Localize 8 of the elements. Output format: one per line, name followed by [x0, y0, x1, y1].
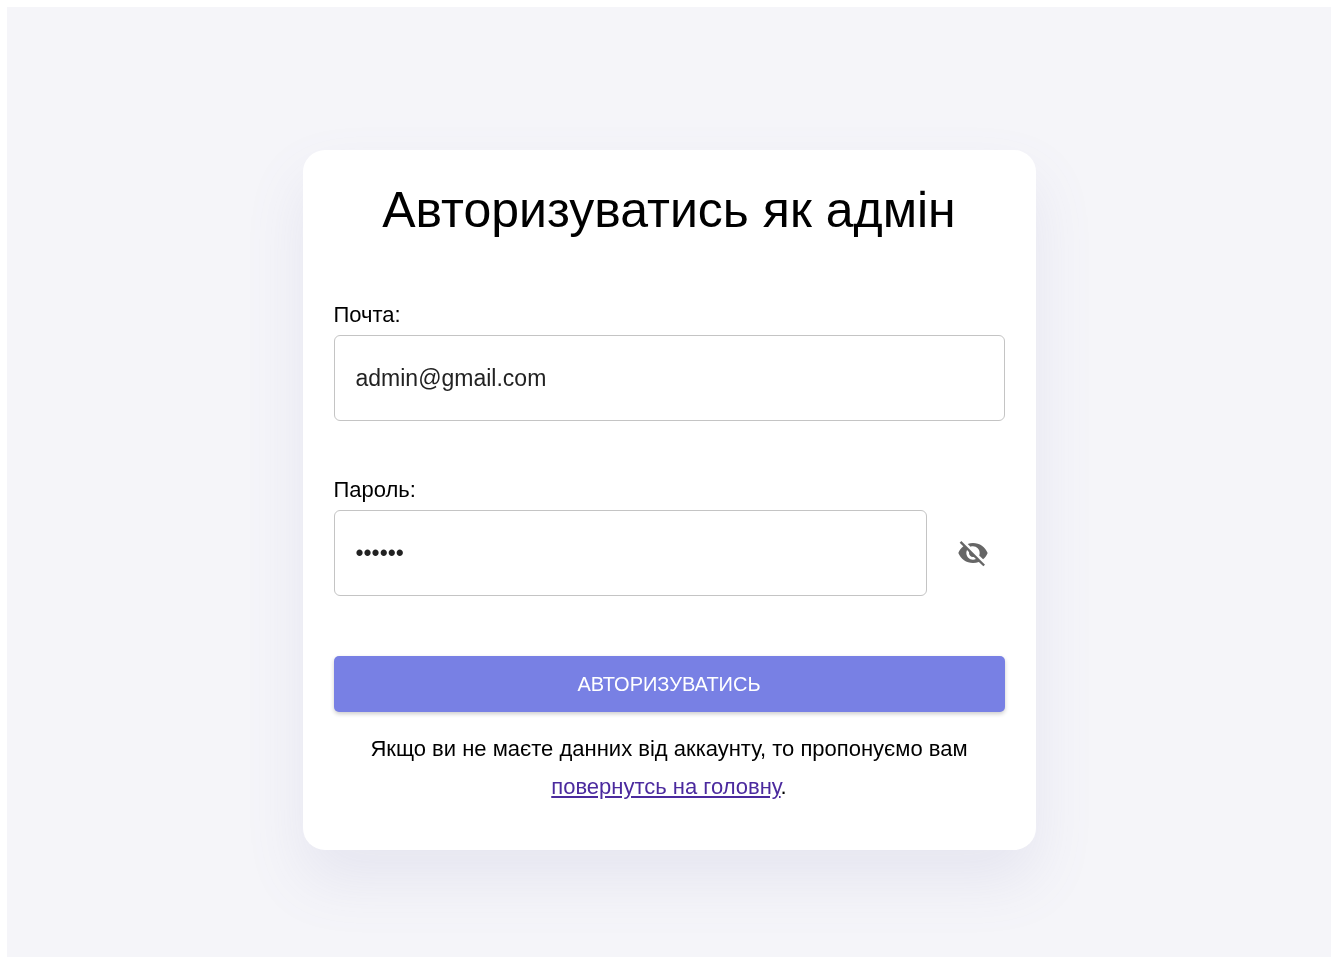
field-label: Пароль:: [333, 476, 417, 504]
field-label: Почта:: [333, 301, 402, 329]
back-home-text: Якщо ви не маєте данних від аккаунту, то пропонуємо вам повернутсь на головну.: [369, 735, 969, 801]
login-button[interactable]: АВТОРИЗУВАТИСЬ: [333, 656, 1005, 712]
password-field[interactable]: ••••••: [333, 510, 927, 596]
login-title: Авторизуватись як адмін: [381, 181, 957, 240]
home-link[interactable]: повернутсь на головну: [551, 774, 781, 799]
email-field[interactable]: admin@gmail.com: [333, 335, 1005, 421]
